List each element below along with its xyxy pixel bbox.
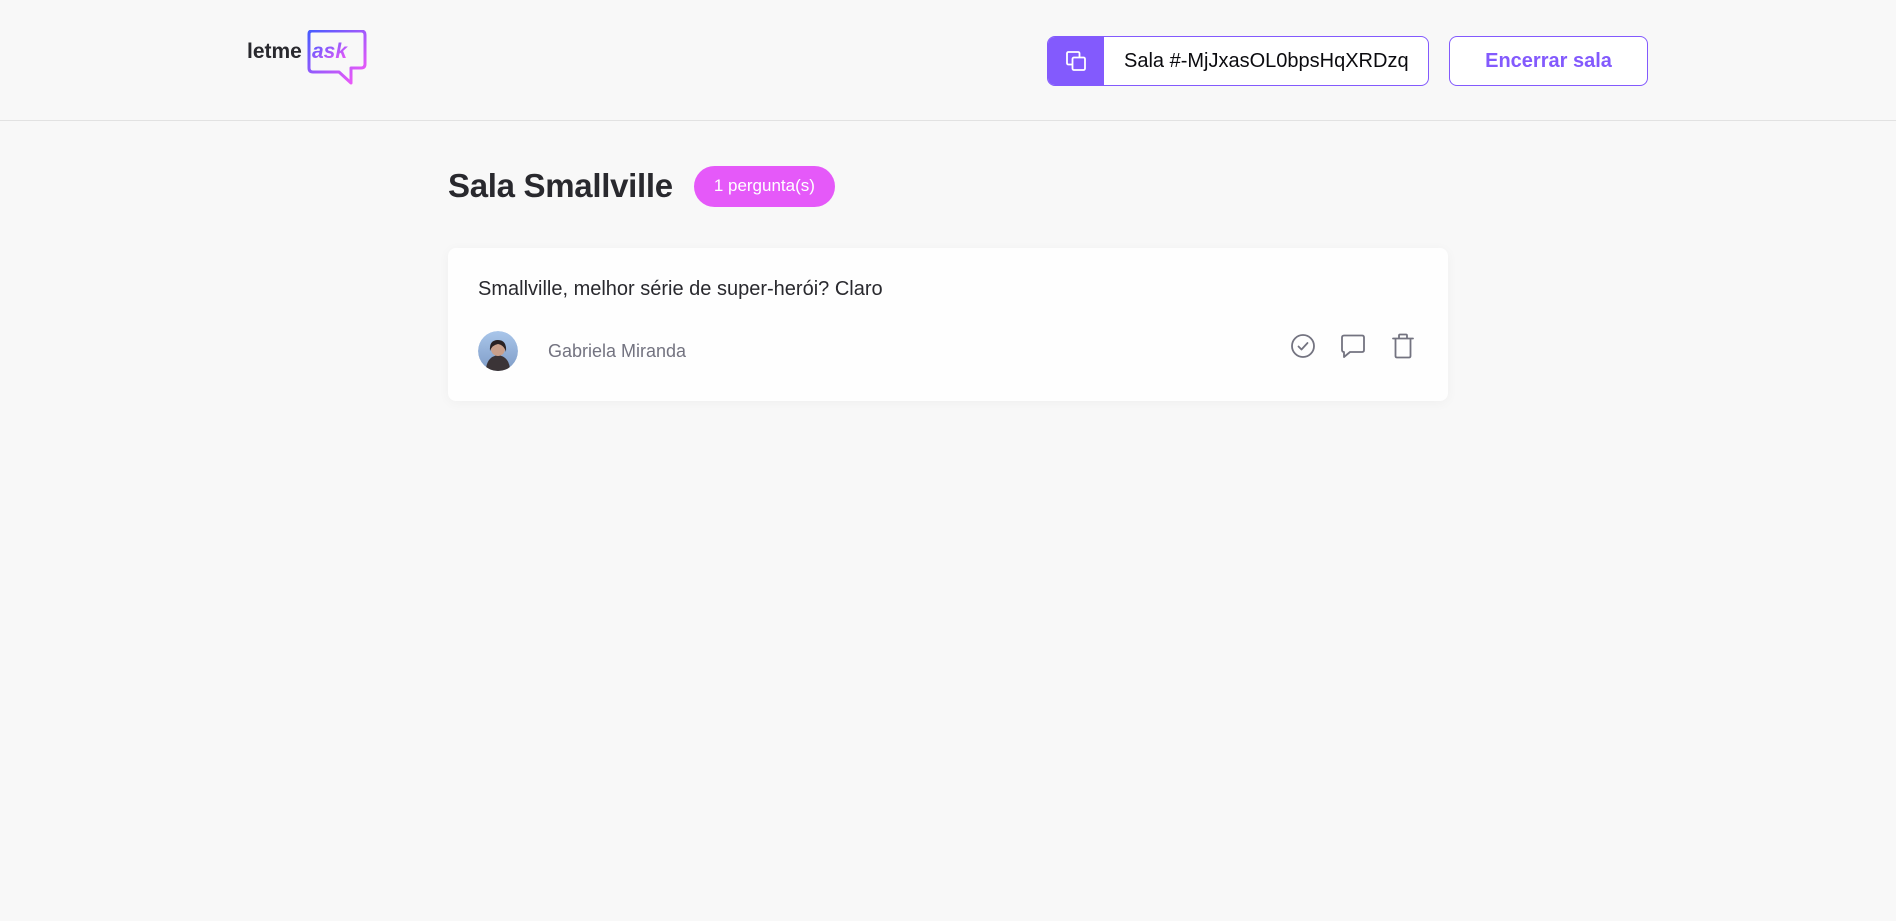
room-code-label: Sala #-MjJxasOL0bpsHqXRDzq bbox=[1124, 49, 1409, 72]
delete-question-button[interactable] bbox=[1386, 329, 1420, 363]
author-name: Gabriela Miranda bbox=[548, 340, 687, 361]
copy-icon bbox=[1066, 51, 1086, 71]
message-bubble-icon bbox=[1341, 334, 1365, 358]
question-actions bbox=[1286, 329, 1420, 363]
avatar bbox=[478, 331, 518, 371]
question-content: Smallville, melhor série de super-herói?… bbox=[478, 278, 883, 300]
room-title-row: Sala Smallville 1 pergunta(s) bbox=[448, 165, 835, 207]
svg-text:ask: ask bbox=[312, 40, 348, 63]
mark-answered-button[interactable] bbox=[1286, 329, 1320, 363]
svg-text:letme: letme bbox=[247, 40, 302, 63]
room-code-button[interactable]: Sala #-MjJxasOL0bpsHqXRDzq bbox=[1047, 36, 1429, 86]
copy-button[interactable] bbox=[1048, 37, 1104, 85]
question-count-badge: 1 pergunta(s) bbox=[693, 165, 835, 207]
question-card: Smallville, melhor série de super-herói?… bbox=[448, 248, 1448, 401]
page-header: letme ask Sala #-MjJxasOL0bpsHqXRDzq Enc… bbox=[0, 0, 1896, 121]
logo-icon: letme ask bbox=[247, 29, 367, 85]
trash-icon bbox=[1392, 333, 1414, 359]
page-title: Sala Smallville bbox=[448, 167, 673, 204]
check-circle-icon bbox=[1291, 334, 1315, 358]
close-room-button[interactable]: Encerrar sala bbox=[1449, 36, 1648, 86]
highlight-question-button[interactable] bbox=[1336, 329, 1370, 363]
question-author: Gabriela Miranda bbox=[478, 331, 686, 371]
letmeask-logo[interactable]: letme ask bbox=[247, 29, 367, 86]
